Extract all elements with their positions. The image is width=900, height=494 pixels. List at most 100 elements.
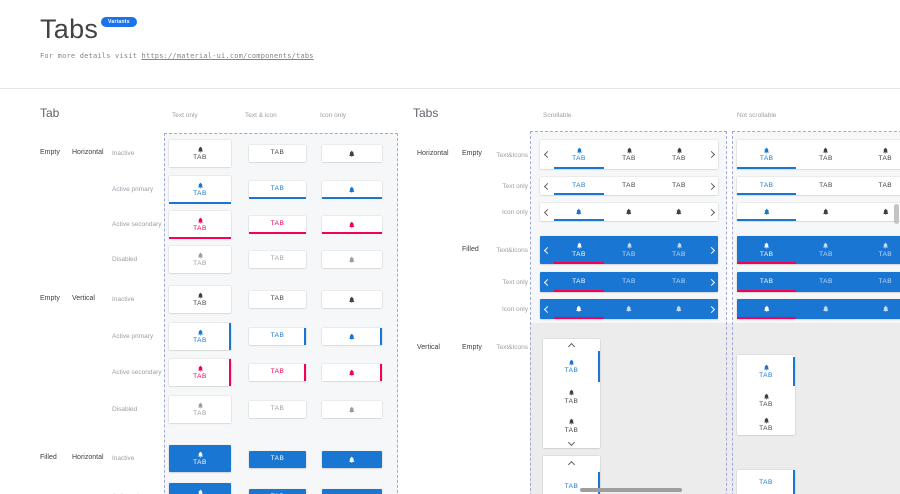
tab-secondary-icon[interactable] xyxy=(322,364,382,381)
chevron-right-icon[interactable] xyxy=(707,208,714,215)
tab-secondary-text[interactable]: TAB xyxy=(249,364,306,381)
tab-secondary-texticon[interactable]: TAB xyxy=(169,359,231,386)
scroll-up-button[interactable] xyxy=(543,342,600,350)
tab-segment[interactable]: TAB xyxy=(856,177,900,195)
tab-disabled-text[interactable]: TAB xyxy=(249,401,306,418)
tab-segment[interactable]: TAB xyxy=(796,236,855,264)
chevron-right-icon[interactable] xyxy=(707,151,714,158)
tab-segment[interactable]: TAB xyxy=(796,177,855,195)
tab-item[interactable]: TAB xyxy=(737,387,795,414)
tab-segment[interactable] xyxy=(654,299,704,319)
chevron-left-icon[interactable] xyxy=(543,208,550,215)
chevron-left-icon[interactable] xyxy=(543,278,550,285)
tab-filled-icon[interactable] xyxy=(322,451,382,468)
tab-primary-texticon[interactable]: TAB xyxy=(169,176,231,203)
scroll-up-button[interactable] xyxy=(543,460,600,468)
tab-segment[interactable] xyxy=(796,203,855,221)
tab-segment[interactable]: TAB xyxy=(654,272,704,292)
tab-segment[interactable]: TAB xyxy=(796,272,855,292)
tab-primary-icon[interactable] xyxy=(322,328,382,345)
tab-inactive-texticon[interactable]: TAB xyxy=(169,286,231,313)
tab-primary-text[interactable]: TAB xyxy=(249,328,306,345)
tab-segment[interactable]: TAB xyxy=(856,140,900,169)
chevron-left-icon[interactable] xyxy=(543,305,550,312)
tab-segment-active[interactable] xyxy=(737,299,796,319)
tab-item[interactable]: TAB xyxy=(737,414,795,435)
tab-filled-texticon[interactable]: TAB xyxy=(169,445,231,472)
tab-disabled-icon[interactable] xyxy=(322,251,382,268)
tab-segment-active[interactable]: TAB xyxy=(554,272,604,292)
tab-segment-active[interactable] xyxy=(554,299,604,319)
vertical-scrollbar-thumb[interactable] xyxy=(894,204,899,224)
tab-segment[interactable]: TAB xyxy=(654,177,704,195)
tab-filled-texticon[interactable]: TAB xyxy=(169,483,231,494)
tab-filled-text[interactable]: TAB xyxy=(249,489,306,494)
tab-segment[interactable] xyxy=(856,299,900,319)
scroll-left-button[interactable] xyxy=(540,236,554,264)
tab-segment[interactable] xyxy=(604,203,654,221)
tab-segment[interactable]: TAB xyxy=(604,236,654,264)
tab-filled-icon[interactable] xyxy=(322,489,382,494)
tab-inactive-texticon[interactable]: TAB xyxy=(169,140,231,167)
chevron-right-icon[interactable] xyxy=(707,305,714,312)
chevron-down-icon[interactable] xyxy=(568,438,575,445)
scroll-down-button[interactable] xyxy=(543,438,600,446)
docs-link[interactable]: https://material-ui.com/components/tabs xyxy=(142,52,314,60)
tab-item[interactable]: TAB xyxy=(543,383,600,411)
tab-segment-active[interactable]: TAB xyxy=(737,272,796,292)
chevron-up-icon[interactable] xyxy=(568,342,575,349)
tab-item-active[interactable]: TAB xyxy=(543,351,600,382)
tab-segment[interactable]: TAB xyxy=(604,272,654,292)
tab-disabled-texticon[interactable]: TAB xyxy=(169,396,231,423)
tab-secondary-texticon[interactable]: TAB xyxy=(169,211,231,238)
chevron-left-icon[interactable] xyxy=(543,151,550,158)
tab-segment[interactable] xyxy=(796,299,855,319)
tab-segment-active[interactable]: TAB xyxy=(737,140,796,169)
tab-inactive-icon[interactable] xyxy=(322,291,382,308)
horizontal-scrollbar-thumb[interactable] xyxy=(580,488,682,492)
scroll-right-button[interactable] xyxy=(704,236,718,264)
tab-disabled-icon[interactable] xyxy=(322,401,382,418)
tab-segment[interactable]: TAB xyxy=(604,177,654,195)
tab-item-active[interactable]: TAB xyxy=(737,357,795,386)
scroll-left-button[interactable] xyxy=(540,140,554,169)
tab-inactive-text[interactable]: TAB xyxy=(249,145,306,162)
scroll-right-button[interactable] xyxy=(704,272,718,292)
tab-filled-text[interactable]: TAB xyxy=(249,451,306,468)
tab-item[interactable]: TAB xyxy=(543,412,600,440)
scroll-right-button[interactable] xyxy=(704,299,718,319)
scroll-left-button[interactable] xyxy=(540,203,554,221)
scroll-left-button[interactable] xyxy=(540,272,554,292)
tab-segment[interactable]: TAB xyxy=(604,140,654,169)
chevron-right-icon[interactable] xyxy=(707,182,714,189)
scroll-right-button[interactable] xyxy=(704,177,718,195)
tab-secondary-icon[interactable] xyxy=(322,216,382,233)
chevron-right-icon[interactable] xyxy=(707,278,714,285)
tab-item-active[interactable]: TAB xyxy=(737,472,795,494)
tab-segment[interactable] xyxy=(654,203,704,221)
chevron-up-icon[interactable] xyxy=(568,460,575,467)
chevron-right-icon[interactable] xyxy=(707,246,714,253)
tab-disabled-text[interactable]: TAB xyxy=(249,251,306,268)
scroll-left-button[interactable] xyxy=(540,177,554,195)
tab-segment[interactable]: TAB xyxy=(654,140,704,169)
scroll-right-button[interactable] xyxy=(704,140,718,169)
tab-disabled-texticon[interactable]: TAB xyxy=(169,246,231,273)
tab-segment-active[interactable]: TAB xyxy=(737,236,796,264)
tab-segment-active[interactable]: TAB xyxy=(554,236,604,264)
tab-segment[interactable] xyxy=(604,299,654,319)
tab-segment[interactable]: TAB xyxy=(856,236,900,264)
tab-primary-texticon[interactable]: TAB xyxy=(169,323,231,350)
tab-primary-text[interactable]: TAB xyxy=(249,181,306,198)
chevron-left-icon[interactable] xyxy=(543,246,550,253)
chevron-left-icon[interactable] xyxy=(543,182,550,189)
tab-inactive-icon[interactable] xyxy=(322,145,382,162)
tab-secondary-text[interactable]: TAB xyxy=(249,216,306,233)
tab-segment[interactable]: TAB xyxy=(796,140,855,169)
scroll-left-button[interactable] xyxy=(540,299,554,319)
tab-primary-icon[interactable] xyxy=(322,181,382,198)
scroll-right-button[interactable] xyxy=(704,203,718,221)
tab-segment[interactable]: TAB xyxy=(856,272,900,292)
tab-segment[interactable]: TAB xyxy=(654,236,704,264)
tab-inactive-text[interactable]: TAB xyxy=(249,291,306,308)
